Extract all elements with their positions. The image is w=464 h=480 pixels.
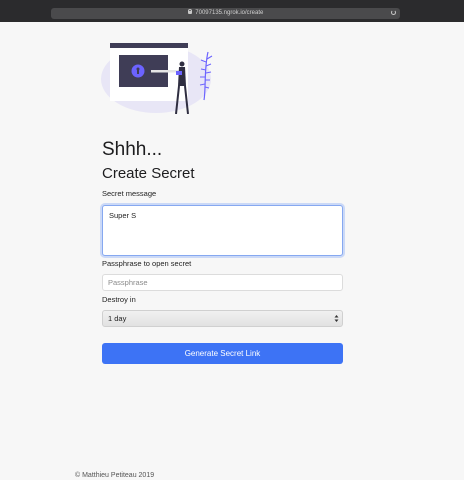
generate-secret-link-button[interactable]: Generate Secret Link — [102, 343, 343, 364]
passphrase-label: Passphrase to open secret — [102, 259, 192, 268]
page: Shhh... Create Secret Secret message Sup… — [0, 22, 464, 480]
hero-illustration-icon — [101, 43, 213, 114]
destroy-in-label: Destroy in — [102, 295, 136, 304]
destroy-in-select[interactable]: 1 day — [102, 310, 343, 327]
lock-icon — [187, 8, 193, 14]
form-title: Create Secret — [102, 165, 195, 182]
address-url: 70097135.ngrok.io/create — [195, 10, 264, 16]
page-title: Shhh... — [102, 139, 163, 160]
secret-message-label: Secret message — [102, 189, 157, 198]
passphrase-input[interactable]: Passphrase — [102, 274, 343, 291]
footer-copyright: © Matthieu Petiteau 2019 — [75, 472, 155, 479]
address-bar[interactable]: 70097135.ngrok.io/create — [51, 8, 400, 19]
destroy-in-selected-value: 1 day — [108, 314, 127, 323]
browser-chrome: 70097135.ngrok.io/create — [0, 0, 464, 22]
reload-icon[interactable] — [391, 10, 396, 15]
chevron-updown-icon — [334, 315, 339, 322]
secret-message-textarea[interactable]: Super S — [102, 205, 343, 256]
